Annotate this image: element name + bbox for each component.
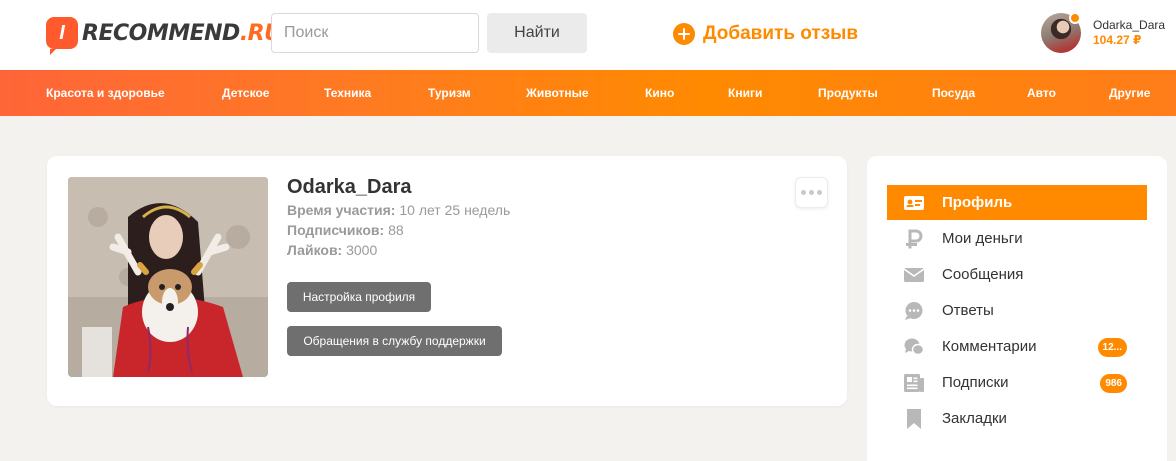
category-kids[interactable]: Детское [222,70,269,116]
category-tourism[interactable]: Туризм [428,70,471,116]
category-dishes[interactable]: Посуда [932,70,975,116]
header-balance[interactable]: 104.27 ₽ [1093,33,1141,47]
site-logo[interactable]: I RECOMMEND.RU [46,14,282,55]
profile-settings-button[interactable]: Настройка профиля [287,282,431,312]
notification-dot [1069,12,1081,24]
menu-item-label: Комментарии [942,338,1037,355]
plus-circle-icon [673,23,695,45]
logo-badge-letter: I [59,21,65,44]
menu-item-answers[interactable]: Ответы [887,293,1147,328]
menu-item-label: Мои деньги [942,230,1023,247]
menu-item-profile[interactable]: Профиль [887,185,1147,220]
stat-label: Время участия: [287,202,396,218]
stat-value: 88 [388,222,404,238]
stat-membership: Время участия: 10 лет 25 недель [287,202,510,218]
top-header: I RECOMMEND.RU Найти Добавить отзыв Odar… [0,0,1176,70]
subscriptions-icon [903,373,925,393]
menu-item-bookmarks[interactable]: Закладки [887,401,1147,436]
stat-label: Лайков: [287,242,343,258]
search-button[interactable]: Найти [487,13,587,53]
category-beauty[interactable]: Красота и здоровье [46,70,165,116]
support-requests-button[interactable]: Обращения в службу поддержки [287,326,502,356]
logo-name: RECOMMEND [82,20,240,46]
menu-item-messages[interactable]: Сообщения [887,257,1147,292]
dot-icon [809,190,814,195]
dot-icon [801,190,806,195]
stat-value: 3000 [346,242,378,258]
profile-photo-illustration [68,177,268,377]
comments-icon [903,337,925,357]
stat-label: Подписчиков: [287,222,385,238]
menu-item-label: Профиль [942,194,1013,211]
add-review-link[interactable]: Добавить отзыв [673,20,858,48]
search-input[interactable] [271,13,479,53]
profile-photo [68,177,268,377]
category-books[interactable]: Книги [728,70,762,116]
stat-subscribers: Подписчиков: 88 [287,222,404,238]
category-products[interactable]: Продукты [818,70,878,116]
category-other[interactable]: Другие [1109,70,1150,116]
logo-text: RECOMMEND.RU [82,20,282,46]
profile-card: Odarka_Dara Время участия: 10 лет 25 нед… [47,156,847,406]
bookmark-icon [903,409,925,429]
menu-item-label: Закладки [942,410,1007,427]
profile-name: Odarka_Dara [287,176,412,198]
logo-badge-icon: I [46,17,78,55]
menu-item-comments[interactable]: Комментарии 12... [887,329,1147,364]
menu-item-subscriptions[interactable]: Подписки 986 [887,365,1147,400]
profile-side-menu: Профиль Мои деньги Сообщения Ответы Комм… [867,156,1167,461]
stat-likes: Лайков: 3000 [287,242,377,258]
dot-icon [817,190,822,195]
menu-item-label: Подписки [942,374,1009,391]
ruble-icon [903,229,925,249]
envelope-icon [903,265,925,285]
stat-value: 10 лет 25 недель [399,202,511,218]
category-nav: Красота и здоровье Детское Техника Туриз… [0,70,1176,116]
add-review-label: Добавить отзыв [703,23,859,44]
header-username[interactable]: Odarka_Dara [1093,18,1165,32]
profile-card-icon [903,193,925,213]
category-tech[interactable]: Техника [324,70,371,116]
menu-item-label: Ответы [942,302,994,319]
more-options-button[interactable] [795,177,828,208]
category-auto[interactable]: Авто [1027,70,1056,116]
comments-count-badge: 12... [1097,338,1127,357]
chat-bubble-icon [903,301,925,321]
category-animals[interactable]: Животные [526,70,589,116]
subscriptions-count-badge: 986 [1100,374,1127,393]
category-movies[interactable]: Кино [645,70,674,116]
menu-item-label: Сообщения [942,266,1024,283]
menu-item-money[interactable]: Мои деньги [887,221,1147,256]
